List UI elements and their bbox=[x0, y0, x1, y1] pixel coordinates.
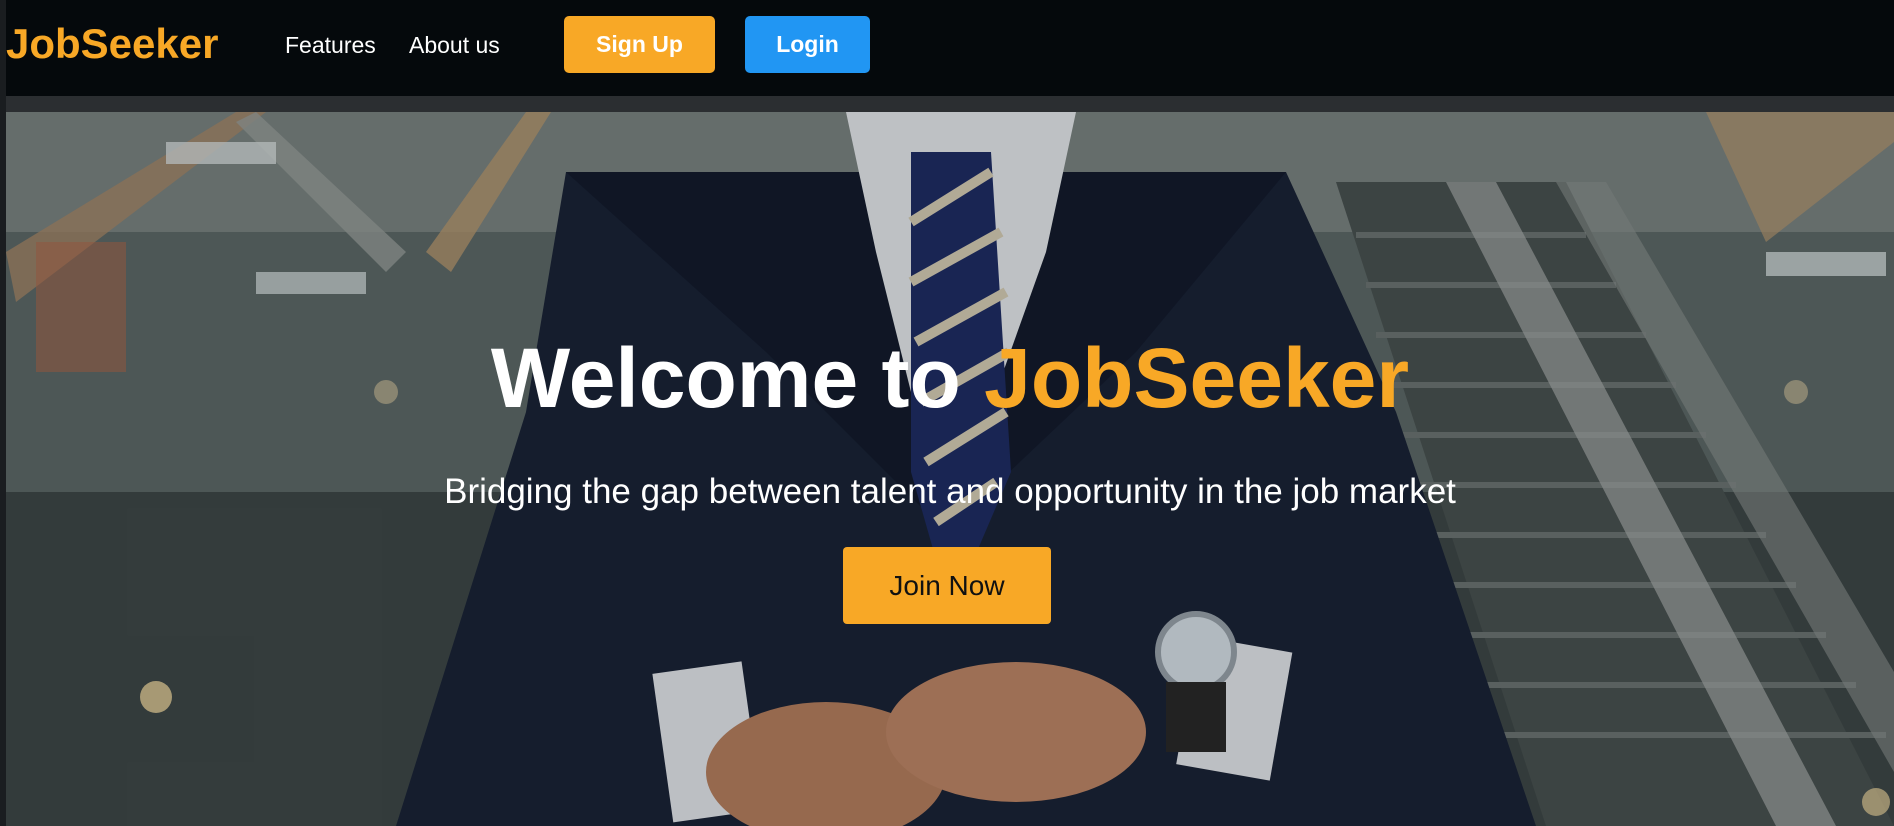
hero-title: Welcome to JobSeeker bbox=[6, 330, 1894, 426]
nav-link-features[interactable]: Features bbox=[285, 30, 376, 60]
hero-title-brand: JobSeeker bbox=[984, 331, 1410, 425]
page-frame: JobSeeker Features About us Sign Up Logi… bbox=[6, 0, 1894, 826]
top-navbar: JobSeeker Features About us Sign Up Logi… bbox=[6, 0, 1894, 96]
navbar-divider bbox=[6, 96, 1894, 112]
hero-title-prefix: Welcome to bbox=[490, 331, 985, 425]
brand-logo[interactable]: JobSeeker bbox=[6, 20, 218, 68]
hero-subtitle: Bridging the gap between talent and oppo… bbox=[444, 472, 1456, 511]
join-now-button[interactable]: Join Now bbox=[843, 547, 1051, 624]
nav-link-about-us[interactable]: About us bbox=[409, 30, 500, 60]
hero-dark-overlay bbox=[6, 112, 1894, 826]
sign-up-button[interactable]: Sign Up bbox=[564, 16, 715, 73]
login-button[interactable]: Login bbox=[745, 16, 870, 73]
hero-background bbox=[6, 112, 1894, 826]
